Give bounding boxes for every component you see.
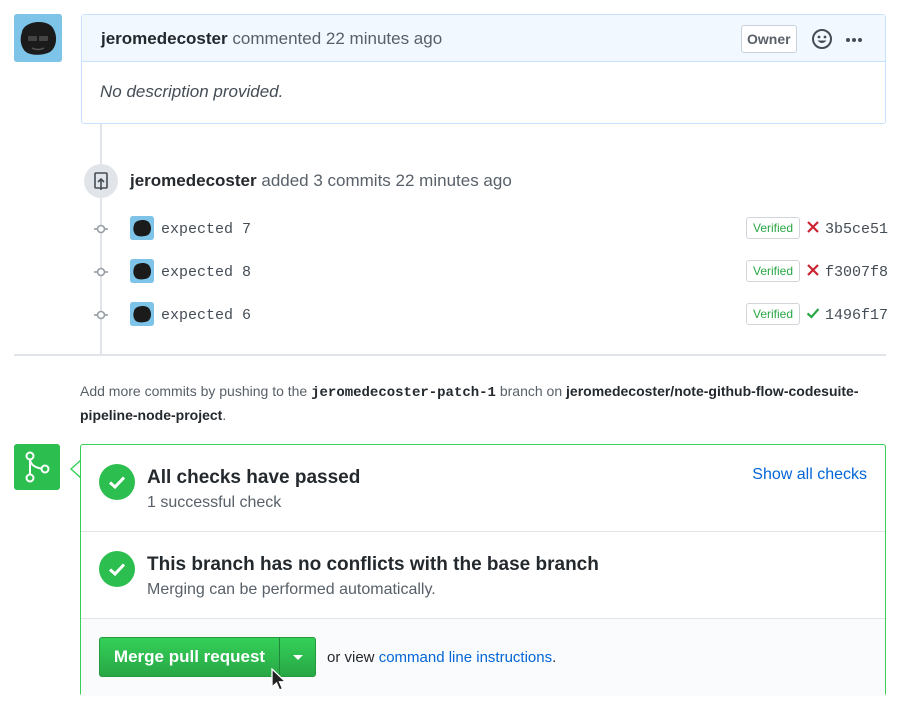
- commit-node-icon: [94, 267, 108, 277]
- timeline-divider: [14, 354, 886, 356]
- merge-actions: Merge pull request or view command line …: [81, 619, 885, 696]
- command-line-instructions-link[interactable]: command line instructions: [379, 649, 552, 666]
- comment-action: commented: [232, 29, 322, 48]
- commit-row: expected 8 Verified f3007f8: [90, 257, 888, 287]
- avatar-image: [14, 14, 62, 62]
- conflicts-subtitle: Merging can be performed automatically.: [147, 581, 436, 598]
- x-icon[interactable]: [806, 263, 820, 277]
- merge-pull-request-button[interactable]: Merge pull request: [99, 637, 280, 677]
- checks-title: All checks have passed: [147, 467, 361, 488]
- or-view-suffix: .: [552, 649, 557, 666]
- avatar-image: [130, 216, 154, 240]
- commit-node-icon: [94, 224, 108, 234]
- help-prefix: Add more commits by pushing to the: [80, 383, 308, 399]
- mouse-cursor-icon: [271, 668, 288, 691]
- comment-meta: jeromedecoster commented 22 minutes ago: [101, 29, 442, 49]
- checks-section: All checks have passed 1 successful chec…: [81, 445, 885, 532]
- checks-subtitle: 1 successful check: [147, 494, 282, 511]
- verified-badge[interactable]: Verified: [746, 260, 801, 282]
- x-icon[interactable]: [806, 220, 820, 234]
- comment-time[interactable]: 22 minutes ago: [326, 29, 442, 48]
- push-author-link[interactable]: jeromedecoster: [130, 171, 257, 190]
- commit-author-avatar[interactable]: [130, 216, 154, 240]
- commit-sha-link[interactable]: f3007f8: [825, 264, 888, 281]
- push-action: added 3 commits: [261, 171, 391, 190]
- comment-author-avatar[interactable]: [14, 14, 62, 62]
- comment-options-button[interactable]: [845, 27, 863, 47]
- merge-status-badge: [14, 444, 60, 490]
- commit-row: expected 6 Verified 1496f17: [90, 300, 888, 330]
- commit-sha-link[interactable]: 1496f17: [825, 307, 888, 324]
- branch-name: jeromedecoster-patch-1: [311, 385, 496, 401]
- help-suffix: .: [222, 407, 227, 423]
- check-icon[interactable]: [806, 306, 820, 320]
- or-view-label: or view: [327, 649, 375, 666]
- comment-author-link[interactable]: jeromedecoster: [101, 29, 228, 48]
- comment-box: jeromedecoster commented 22 minutes ago …: [81, 14, 886, 124]
- kebab-icon: [846, 38, 862, 42]
- comment-header: jeromedecoster commented 22 minutes ago …: [82, 15, 885, 62]
- push-event-badge: [84, 164, 118, 198]
- check-icon: [108, 563, 126, 577]
- checks-passed-icon: [99, 464, 135, 500]
- push-event-text: jeromedecoster added 3 commits 22 minute…: [130, 171, 512, 191]
- triangle-down-icon: [293, 655, 303, 660]
- commit-sha-link[interactable]: 3b5ce51: [825, 221, 888, 238]
- conflicts-section: This branch has no conflicts with the ba…: [81, 532, 885, 619]
- commit-message-link[interactable]: expected 6: [161, 307, 251, 324]
- avatar-image: [130, 259, 154, 283]
- repo-push-icon: [94, 172, 108, 190]
- no-conflicts-icon: [99, 551, 135, 587]
- verified-badge[interactable]: Verified: [746, 217, 801, 239]
- commit-row: expected 7 Verified 3b5ce51: [90, 214, 888, 244]
- push-help-text: Add more commits by pushing to the jerom…: [80, 380, 890, 426]
- commit-message-link[interactable]: expected 7: [161, 221, 251, 238]
- commit-author-avatar[interactable]: [130, 259, 154, 283]
- commit-message-link[interactable]: expected 8: [161, 264, 251, 281]
- check-icon: [108, 476, 126, 490]
- commit-node-icon: [94, 310, 108, 320]
- git-merge-icon: [25, 451, 50, 483]
- show-all-checks-link[interactable]: Show all checks: [752, 466, 867, 484]
- merge-box: All checks have passed 1 successful chec…: [80, 444, 886, 696]
- conflicts-title: This branch has no conflicts with the ba…: [147, 554, 599, 575]
- comment-body: No description provided.: [100, 82, 284, 101]
- avatar-image: [130, 302, 154, 326]
- smiley-icon: [812, 29, 832, 49]
- add-reaction-button[interactable]: [811, 28, 833, 50]
- commit-author-avatar[interactable]: [130, 302, 154, 326]
- or-view-text: or view command line instructions.: [327, 649, 556, 666]
- push-time[interactable]: 22 minutes ago: [396, 171, 512, 190]
- owner-badge: Owner: [741, 25, 797, 53]
- verified-badge[interactable]: Verified: [746, 303, 801, 325]
- help-middle: branch on: [499, 383, 563, 399]
